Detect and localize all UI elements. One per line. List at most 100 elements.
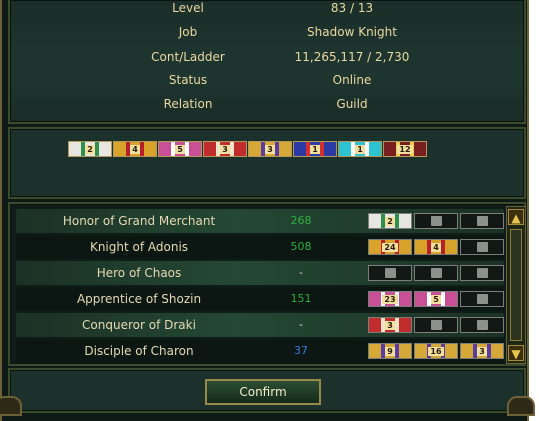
title-row[interactable]: Conqueror of Draki - 3 bbox=[16, 313, 504, 337]
info-value: 11,265,117 / 2,730 bbox=[294, 50, 410, 64]
medal-ribbon: 3 bbox=[203, 141, 247, 157]
character-info-window: Level 83 / 13 Job Shadow Knight Cont/Lad… bbox=[0, 0, 529, 421]
medal-number: 4 bbox=[130, 144, 140, 154]
title-medal-slots: 2 bbox=[368, 213, 504, 229]
medal-number: 16 bbox=[428, 346, 444, 356]
locked-slot bbox=[460, 317, 504, 333]
info-value: Online bbox=[332, 73, 372, 87]
title-row[interactable]: Apprentice of Shozin 151 23 5 bbox=[16, 287, 504, 311]
medal-ribbon: 3 bbox=[460, 343, 504, 359]
locked-slot bbox=[414, 265, 458, 281]
info-label: Level bbox=[172, 1, 204, 15]
info-value: Guild bbox=[336, 97, 368, 111]
scrollbar[interactable]: ▲ ▼ bbox=[506, 206, 526, 364]
title-name: Conqueror of Draki bbox=[82, 318, 196, 332]
info-value: Shadow Knight bbox=[307, 25, 397, 39]
info-label: Job bbox=[178, 25, 198, 39]
medal-number: 3 bbox=[385, 320, 395, 330]
lock-icon bbox=[384, 268, 396, 278]
locked-slot bbox=[414, 317, 458, 333]
locked-slot bbox=[368, 265, 412, 281]
title-row[interactable]: Hero of Chaos - bbox=[16, 261, 504, 285]
medal-ribbon: 4 bbox=[414, 239, 458, 255]
title-medal-slots: 3 bbox=[368, 317, 504, 333]
title-count: 37 bbox=[294, 344, 308, 357]
title-count: 151 bbox=[290, 292, 312, 305]
medal-number: 2 bbox=[85, 144, 95, 154]
medal-ribbon: 12 bbox=[383, 141, 427, 157]
scrollbar-thumb[interactable] bbox=[510, 229, 522, 341]
info-row-job: Job Shadow Knight bbox=[10, 20, 524, 44]
info-label: Status bbox=[168, 73, 208, 87]
lock-icon bbox=[476, 268, 488, 278]
title-name: Disciple of Charon bbox=[84, 344, 194, 358]
title-medal-slots: 24 4 bbox=[368, 239, 504, 255]
medal-ribbon: 16 bbox=[414, 343, 458, 359]
info-row-status: Status Online bbox=[10, 68, 524, 92]
title-row[interactable]: Honor of Grand Merchant 268 2 bbox=[16, 209, 504, 233]
title-count: 268 bbox=[290, 214, 312, 227]
corner-ornament-right bbox=[507, 396, 535, 416]
scroll-up-arrow-icon[interactable]: ▲ bbox=[508, 209, 524, 225]
title-name: Hero of Chaos bbox=[96, 266, 182, 280]
medal-number: 3 bbox=[220, 144, 230, 154]
medal-number: 3 bbox=[477, 346, 487, 356]
medal-number: 2 bbox=[385, 216, 395, 226]
info-row-level: Level 83 / 13 bbox=[10, 0, 524, 20]
info-value: 83 / 13 bbox=[330, 1, 374, 15]
info-row-contribution-ladder: Cont/Ladder 11,265,117 / 2,730 bbox=[10, 45, 524, 69]
title-count: - bbox=[299, 266, 303, 279]
medal-ribbon: 3 bbox=[368, 317, 412, 333]
corner-ornament-left bbox=[0, 396, 22, 416]
lock-icon bbox=[430, 216, 442, 226]
title-row[interactable]: Disciple of Charon 37 9 16 3 bbox=[16, 339, 504, 363]
title-list-panel: Honor of Grand Merchant 268 2 Knight of Ado… bbox=[8, 202, 526, 366]
medal-number: 12 bbox=[397, 144, 413, 154]
medal-ribbon: 3 bbox=[248, 141, 292, 157]
title-medal-slots: 23 5 bbox=[368, 291, 504, 307]
medal-ribbon: 9 bbox=[368, 343, 412, 359]
medal-strip: 2 4 5 3 3 1 1 12 bbox=[68, 141, 427, 157]
medal-ribbon: 1 bbox=[338, 141, 382, 157]
title-name: Knight of Adonis bbox=[89, 240, 189, 254]
footer-panel: Confirm bbox=[8, 368, 526, 413]
medal-number: 9 bbox=[385, 346, 395, 356]
medal-number: 1 bbox=[310, 144, 320, 154]
title-count: - bbox=[299, 318, 303, 331]
title-row[interactable]: Knight of Adonis 508 24 4 bbox=[16, 235, 504, 259]
locked-slot bbox=[460, 239, 504, 255]
info-panel: Level 83 / 13 Job Shadow Knight Cont/Lad… bbox=[8, 0, 526, 124]
medal-number: 4 bbox=[431, 242, 441, 252]
title-medal-slots: 9 16 3 bbox=[368, 343, 504, 359]
medal-ribbon: 2 bbox=[368, 213, 412, 229]
lock-icon bbox=[430, 320, 442, 330]
medal-number: 24 bbox=[382, 242, 398, 252]
locked-slot bbox=[460, 213, 504, 229]
medal-number: 1 bbox=[355, 144, 365, 154]
title-name: Apprentice of Shozin bbox=[76, 292, 202, 306]
locked-slot bbox=[460, 265, 504, 281]
lock-icon bbox=[476, 242, 488, 252]
medal-panel: 2 4 5 3 3 1 1 12 bbox=[8, 127, 526, 199]
medal-ribbon: 1 bbox=[293, 141, 337, 157]
medal-number: 23 bbox=[382, 294, 398, 304]
medal-ribbon: 23 bbox=[368, 291, 412, 307]
locked-slot bbox=[414, 213, 458, 229]
info-row-relation: Relation Guild bbox=[10, 92, 524, 116]
lock-icon bbox=[476, 320, 488, 330]
medal-number: 5 bbox=[175, 144, 185, 154]
info-label: Relation bbox=[163, 97, 213, 111]
title-count: 508 bbox=[290, 240, 312, 253]
medal-ribbon: 5 bbox=[414, 291, 458, 307]
medal-ribbon: 5 bbox=[158, 141, 202, 157]
medal-number: 5 bbox=[431, 294, 441, 304]
lock-icon bbox=[430, 268, 442, 278]
confirm-button[interactable]: Confirm bbox=[205, 379, 321, 405]
scroll-down-arrow-icon[interactable]: ▼ bbox=[508, 345, 524, 361]
info-label: Cont/Ladder bbox=[151, 50, 225, 64]
lock-icon bbox=[476, 216, 488, 226]
title-medal-slots bbox=[368, 265, 504, 281]
title-name: Honor of Grand Merchant bbox=[62, 214, 216, 228]
medal-number: 3 bbox=[265, 144, 275, 154]
medal-ribbon: 4 bbox=[113, 141, 157, 157]
